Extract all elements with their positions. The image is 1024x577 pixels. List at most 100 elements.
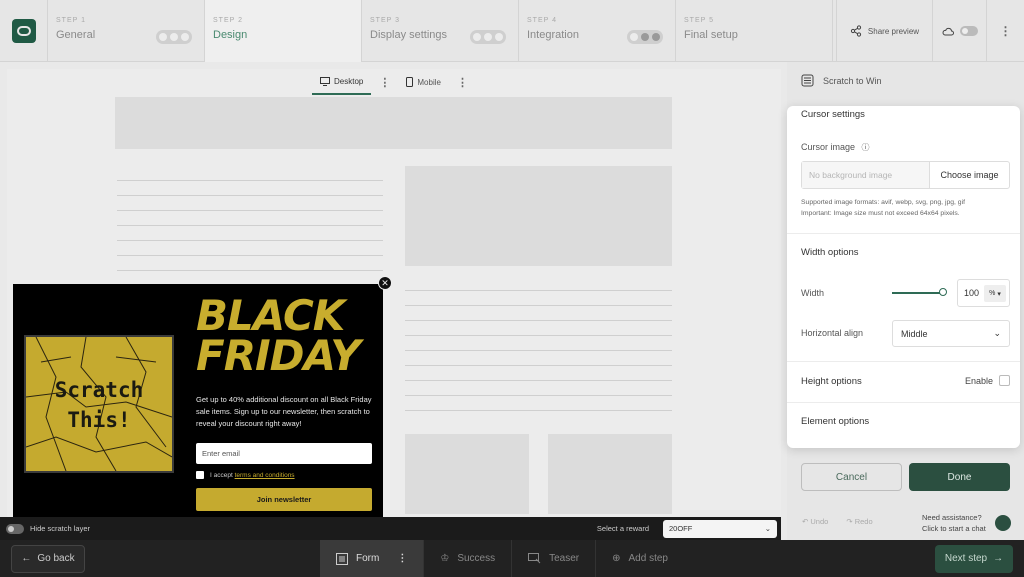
choose-image-button[interactable]: Choose image (929, 162, 1009, 188)
undo-button[interactable]: ↶ Undo (802, 517, 828, 526)
next-step-button[interactable]: Next step → (935, 544, 1013, 573)
black-friday-headline: BLACK FRIDAY (196, 291, 376, 380)
assistance-link[interactable]: Need assistance? Click to start a chat (922, 512, 986, 534)
step-number: STEP 1 (56, 17, 86, 24)
tab-label: Desktop (334, 76, 364, 86)
terms-checkbox[interactable] (196, 471, 204, 479)
stepper-bar: STEP 1 General STEP 2 Design STEP 3 Disp… (0, 0, 1024, 62)
tab-mobile[interactable]: Mobile (398, 69, 449, 95)
headline-line-1: BLACK (196, 291, 345, 340)
form-options-icon[interactable]: ⋮ (397, 553, 407, 564)
plus-icon: ⊕ (612, 553, 621, 564)
step-design[interactable]: STEP 2 Design (205, 0, 362, 62)
done-button[interactable]: Done (909, 463, 1010, 491)
more-menu-icon[interactable]: ⋮ (986, 0, 1024, 62)
share-label: Share preview (867, 26, 920, 36)
teaser-icon (528, 553, 541, 564)
cursor-image-picker: No background image Choose image (801, 161, 1010, 189)
assist-subtitle: Click to start a chat (922, 524, 986, 533)
tab-label: Form (356, 553, 380, 564)
cursor-settings-card: Cursor settings Cursor image ⓘ No backgr… (787, 106, 1020, 448)
reward-label: Select a reward (596, 524, 649, 533)
terms-checkbox-row[interactable]: I accept terms and conditions (196, 471, 295, 479)
logo-icon (11, 19, 36, 43)
headline-line-2: FRIDAY (196, 331, 361, 380)
skeleton-header (115, 97, 672, 149)
cursor-image-label: Cursor image ⓘ (801, 142, 870, 152)
panel-header: Scratch to Win (801, 74, 882, 87)
tab-label: Success (457, 553, 496, 564)
close-icon[interactable]: ✕ (378, 276, 392, 290)
desktop-options-icon[interactable]: ⋮ (371, 69, 398, 95)
email-field[interactable]: Enter email (196, 443, 372, 464)
arrow-left-icon: ← (21, 553, 32, 564)
reward-select[interactable]: 20OFF ⌄ (663, 519, 777, 538)
share-preview-button[interactable]: Share preview (836, 0, 932, 62)
device-switcher: Desktop ⋮ Mobile ⋮ (7, 69, 781, 95)
width-label: Width (801, 288, 825, 298)
hide-scratch-toggle[interactable] (6, 523, 24, 534)
hide-scratch-label: Hide scratch layer (30, 524, 91, 533)
autosave-toggle[interactable] (932, 0, 986, 62)
desktop-icon (320, 76, 331, 86)
go-back-label: Go back (37, 553, 75, 564)
width-unit-select[interactable]: % ▾ (984, 285, 1006, 302)
scratch-text: Scratch This! (54, 378, 144, 432)
trophy-icon: ♔ (440, 553, 450, 564)
add-step-button[interactable]: ⊕ Add step (596, 540, 684, 577)
width-value: 100 (964, 288, 980, 298)
mobile-options-icon[interactable]: ⋮ (449, 69, 476, 95)
tab-success[interactable]: ♔ Success (424, 540, 513, 577)
tab-teaser[interactable]: Teaser (512, 540, 597, 577)
skeleton-image (405, 166, 672, 266)
section-title: Width options (801, 247, 859, 258)
chevron-down-icon: ⌄ (993, 328, 1001, 338)
enable-label: Enable (964, 375, 993, 386)
info-icon[interactable]: ⓘ (862, 143, 870, 152)
app-logo[interactable] (0, 0, 48, 62)
image-path-field[interactable]: No background image (802, 162, 929, 188)
step-general[interactable]: STEP 1 General (48, 0, 205, 62)
scratch-card[interactable]: Scratch This! (24, 335, 174, 473)
step-display-settings[interactable]: STEP 3 Display settings (362, 0, 519, 62)
history-controls: ↶ Undo ↷ Redo (802, 517, 873, 526)
scratch-widget-icon (801, 74, 814, 87)
section-title: Element options (801, 416, 870, 427)
go-back-button[interactable]: ← Go back (11, 544, 85, 573)
panel-title: Scratch to Win (823, 75, 882, 86)
cancel-button[interactable]: Cancel (801, 463, 902, 491)
step-status-indicator (627, 30, 663, 44)
tab-label: Add step (628, 553, 668, 564)
section-title: Cursor settings (801, 109, 865, 120)
image-format-hint: Supported image formats: avif, webp, svg… (801, 197, 965, 219)
terms-link[interactable]: terms and conditions (235, 472, 295, 479)
enable-checkbox[interactable] (999, 375, 1010, 386)
tab-desktop[interactable]: Desktop (312, 69, 372, 95)
step-integration[interactable]: STEP 4 Integration (519, 0, 676, 62)
bottom-bar: ← Go back Form ⋮ ♔ Success Teaser ⊕ Add … (0, 540, 1024, 577)
width-slider[interactable] (892, 292, 944, 294)
step-status-indicator (156, 30, 192, 44)
toggle-switch[interactable] (959, 26, 978, 36)
slider-handle[interactable] (939, 288, 947, 296)
step-number: STEP 5 (684, 17, 714, 24)
terms-label: I accept terms and conditions (210, 471, 295, 479)
step-status-indicator (470, 30, 506, 44)
width-input[interactable]: 100 % ▾ (957, 279, 1010, 307)
chat-icon[interactable] (995, 515, 1011, 531)
scratch-layer-bar: Hide scratch layer Select a reward 20OFF… (0, 517, 781, 540)
hint-line-1: Supported image formats: avif, webp, svg… (801, 199, 965, 206)
tab-form[interactable]: Form ⋮ (320, 540, 425, 577)
form-icon (336, 552, 348, 565)
chevron-down-icon: ⌄ (764, 524, 771, 533)
redo-button[interactable]: ↷ Redo (846, 517, 872, 526)
height-enable[interactable]: Enable (965, 375, 1010, 386)
horizontal-align-select[interactable]: Middle ⌄ (892, 320, 1010, 347)
step-final-setup[interactable]: STEP 5 Final setup (676, 0, 833, 62)
step-number: STEP 2 (213, 17, 243, 24)
step-number: STEP 4 (527, 17, 557, 24)
skeleton-card (548, 434, 672, 514)
join-newsletter-button[interactable]: Join newsletter (196, 488, 372, 511)
section-title: Height options (801, 376, 862, 387)
skeleton-card (405, 434, 529, 514)
